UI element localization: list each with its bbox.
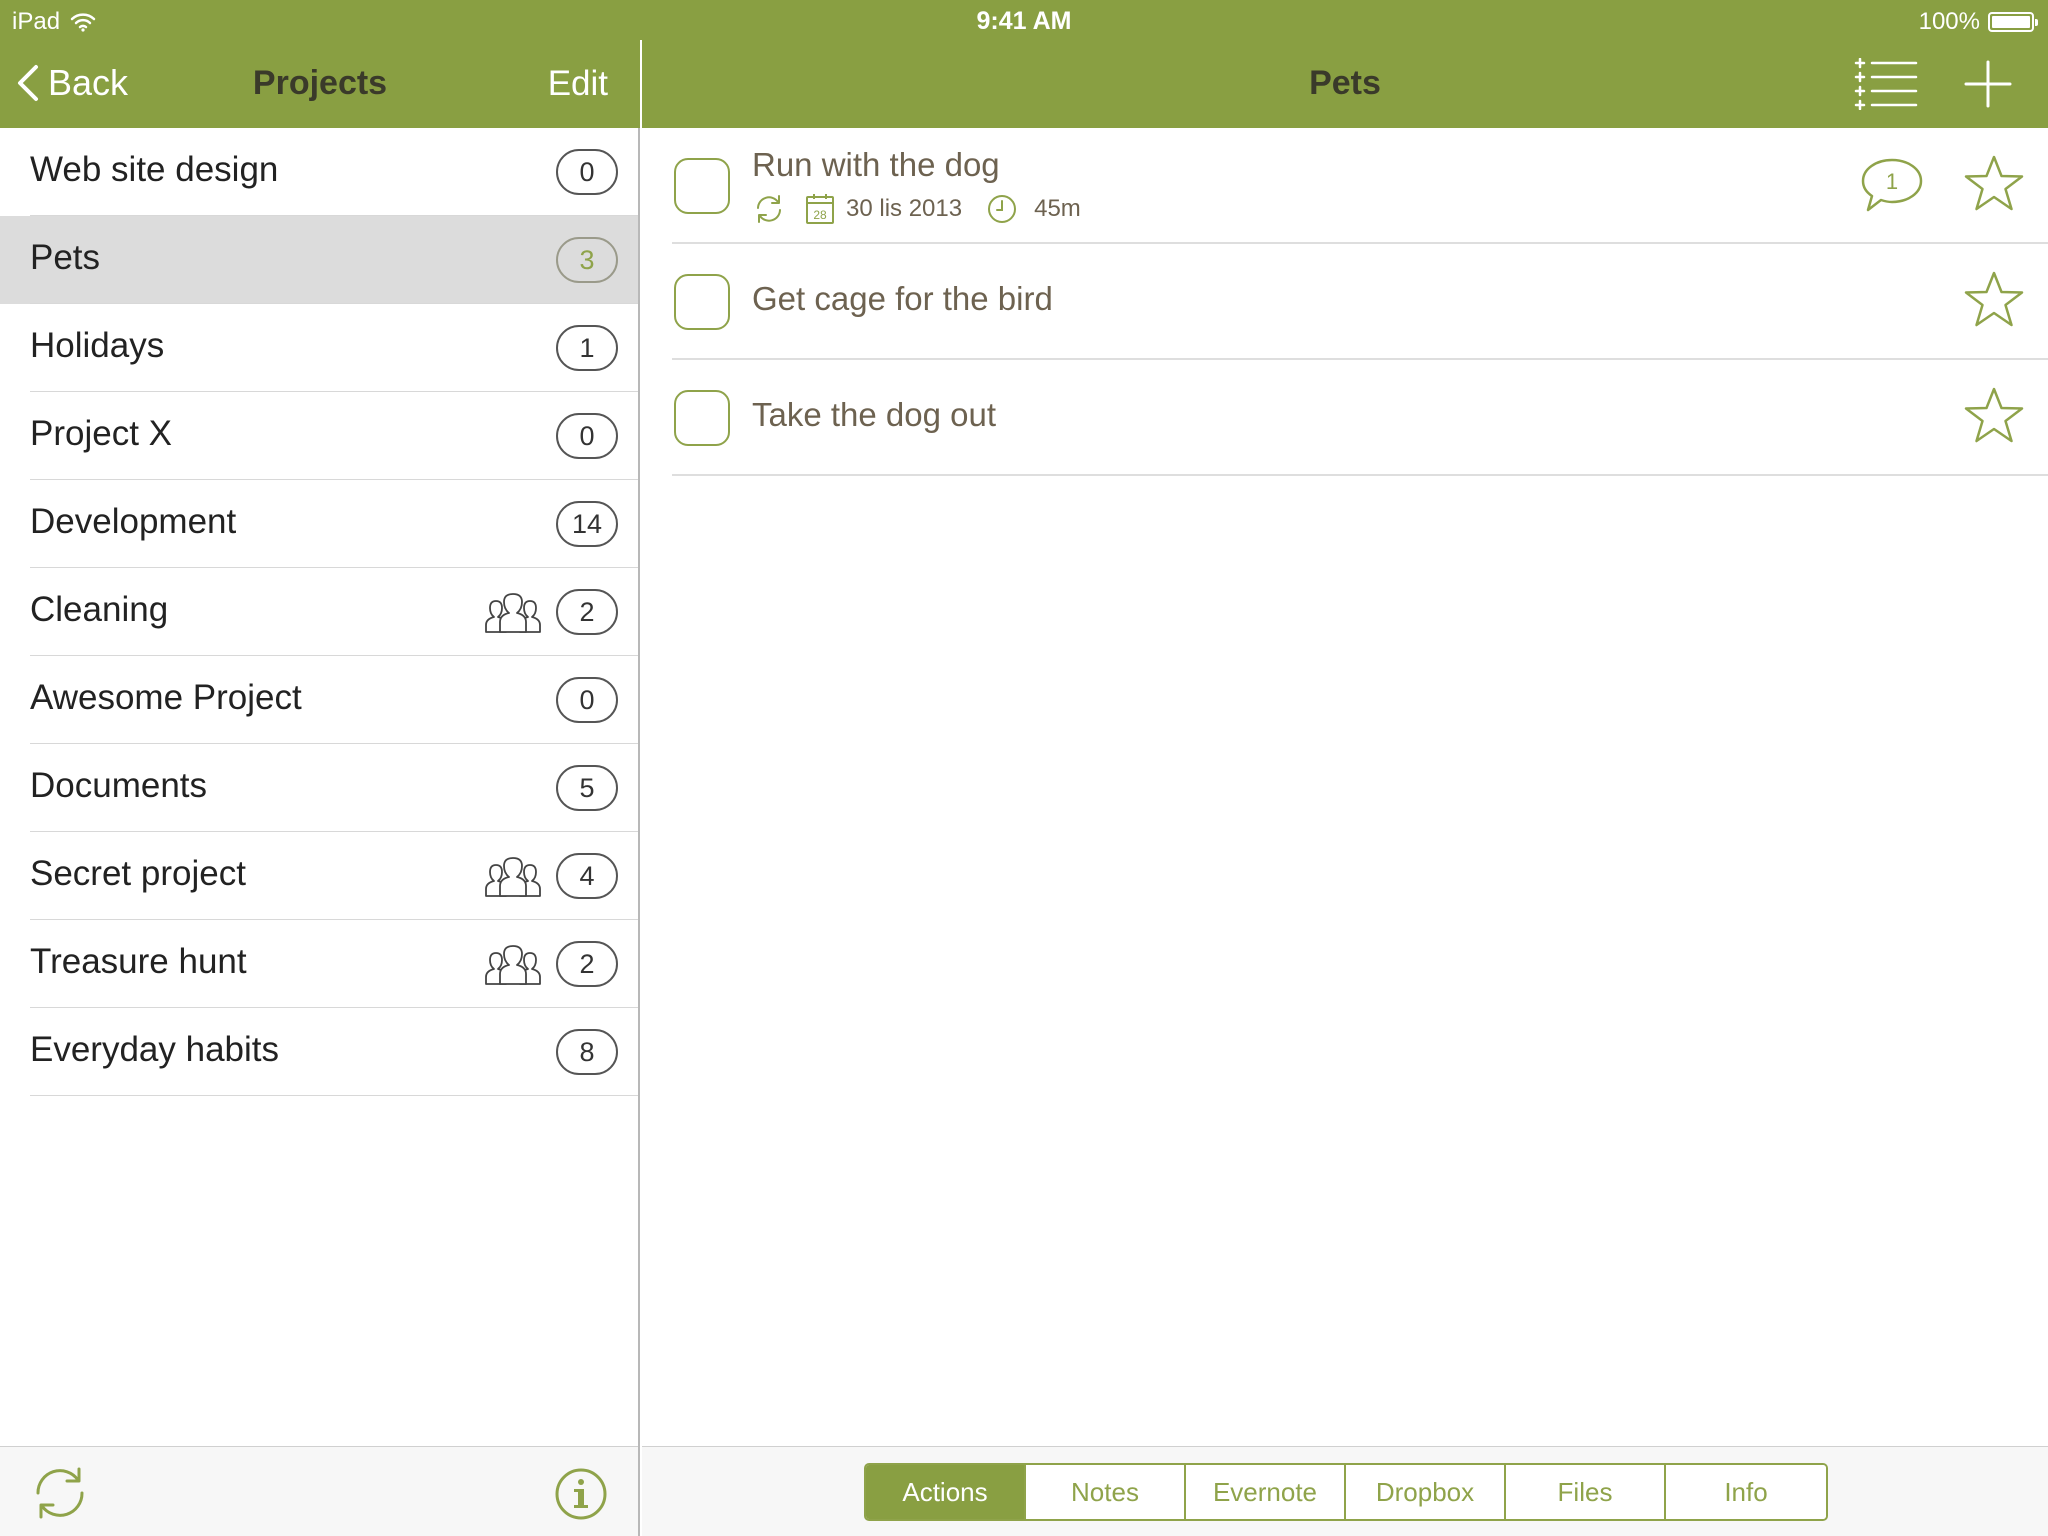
count-badge: 1: [556, 325, 618, 371]
project-row[interactable]: Awesome Project 0: [0, 656, 638, 744]
task-checkbox[interactable]: [674, 274, 730, 330]
tasks-navbar: Pets: [642, 40, 2048, 128]
count-badge: 0: [556, 677, 618, 723]
project-row[interactable]: Development 14: [0, 480, 638, 568]
comment-icon[interactable]: 1: [1860, 156, 1924, 214]
count-badge: 3: [556, 237, 618, 283]
task-title: Run with the dog: [752, 146, 1000, 183]
count-badge: 2: [556, 589, 618, 635]
tab-actions[interactable]: Actions: [866, 1465, 1026, 1519]
people-group-icon: [485, 857, 541, 897]
project-name: Everyday habits: [30, 1030, 280, 1069]
tasks-toolbar: Actions Notes Evernote Dropbox Files Info: [642, 1446, 2048, 1536]
task-row[interactable]: Get cage for the bird: [672, 244, 2048, 360]
project-name: Cleaning: [30, 590, 169, 629]
battery-percent: 100%: [1918, 8, 1980, 35]
sync-icon[interactable]: [30, 1463, 90, 1523]
tab-info[interactable]: Info: [1666, 1465, 1826, 1519]
info-icon[interactable]: [554, 1467, 608, 1521]
project-name: Web site design: [30, 150, 279, 189]
task-date: 30 lis 2013: [846, 195, 963, 222]
count-badge: 0: [556, 149, 618, 195]
task-checkbox[interactable]: [674, 390, 730, 446]
people-group-icon: [485, 945, 541, 985]
edit-button[interactable]: Edit: [548, 64, 608, 104]
status-bar: iPad 9:41 AM 100%: [0, 0, 2048, 40]
count-badge: 0: [556, 413, 618, 459]
star-icon[interactable]: [1964, 270, 2024, 330]
project-row[interactable]: Documents 5: [0, 744, 638, 832]
tasks-panel: Pets Run with the dog 28 30 lis 2013 45m…: [642, 0, 2048, 1536]
count-badge: 2: [556, 941, 618, 987]
status-time: 9:41 AM: [976, 7, 1072, 35]
project-name: Pets: [30, 238, 101, 277]
project-name: Treasure hunt: [30, 942, 247, 981]
tab-evernote[interactable]: Evernote: [1186, 1465, 1346, 1519]
star-icon[interactable]: [1964, 154, 2024, 214]
calendar-day: 28: [813, 208, 827, 222]
project-row[interactable]: Secret project 4: [0, 832, 638, 920]
battery-icon: [1988, 12, 2038, 32]
comment-count: 1: [1886, 169, 1898, 194]
count-badge: 8: [556, 1029, 618, 1075]
count-badge: 5: [556, 765, 618, 811]
tab-notes[interactable]: Notes: [1026, 1465, 1186, 1519]
plus-icon[interactable]: [1964, 60, 2012, 108]
projects-title: Projects: [252, 64, 388, 102]
star-icon[interactable]: [1964, 386, 2024, 446]
project-list: Web site design 0 Pets 3 Holidays 1 Project X 0…: [0, 128, 638, 1096]
count-badge: 4: [556, 853, 618, 899]
calendar-icon: 28: [806, 194, 834, 224]
project-title: Pets: [1309, 64, 1381, 102]
task-row[interactable]: Take the dog out: [672, 360, 2048, 476]
task-row[interactable]: Run with the dog 28 30 lis 2013 45m 1: [672, 128, 2048, 244]
task-duration: 45m: [1034, 195, 1081, 222]
project-row[interactable]: Treasure hunt 2: [0, 920, 638, 1008]
project-row[interactable]: Everyday habits 8: [0, 1008, 638, 1096]
project-name: Awesome Project: [30, 678, 302, 717]
project-row[interactable]: Holidays 1: [0, 304, 638, 392]
clock-icon: [988, 195, 1017, 223]
project-row[interactable]: Cleaning 2: [0, 568, 638, 656]
task-title: Get cage for the bird: [752, 280, 1053, 317]
section-tabs: Actions Notes Evernote Dropbox Files Info: [864, 1463, 1828, 1521]
project-row[interactable]: Pets 3: [0, 216, 638, 304]
task-checkbox[interactable]: [674, 158, 730, 214]
battery-indicator: 100%: [1918, 8, 2038, 36]
tab-dropbox[interactable]: Dropbox: [1346, 1465, 1506, 1519]
project-name: Project X: [30, 414, 172, 453]
count-badge: 14: [556, 501, 618, 547]
project-name: Holidays: [30, 326, 165, 365]
project-name: Documents: [30, 766, 208, 805]
projects-panel: Back Projects Edit Web site design 0 Pets 3…: [0, 0, 640, 1536]
project-row[interactable]: Web site design 0: [0, 128, 638, 216]
project-row[interactable]: Project X 0: [0, 392, 638, 480]
task-title: Take the dog out: [752, 396, 997, 433]
task-list: Run with the dog 28 30 lis 2013 45m 1 Ge…: [672, 128, 2048, 476]
project-name: Development: [30, 502, 237, 541]
projects-navbar: Back Projects Edit: [0, 40, 640, 128]
tab-files[interactable]: Files: [1506, 1465, 1666, 1519]
project-name: Secret project: [30, 854, 246, 893]
task-meta: 28 30 lis 2013 45m: [752, 192, 1105, 226]
list-icon[interactable]: [1854, 58, 1918, 110]
people-group-icon: [485, 593, 541, 633]
projects-toolbar: [0, 1446, 638, 1536]
repeat-icon: [757, 195, 781, 223]
